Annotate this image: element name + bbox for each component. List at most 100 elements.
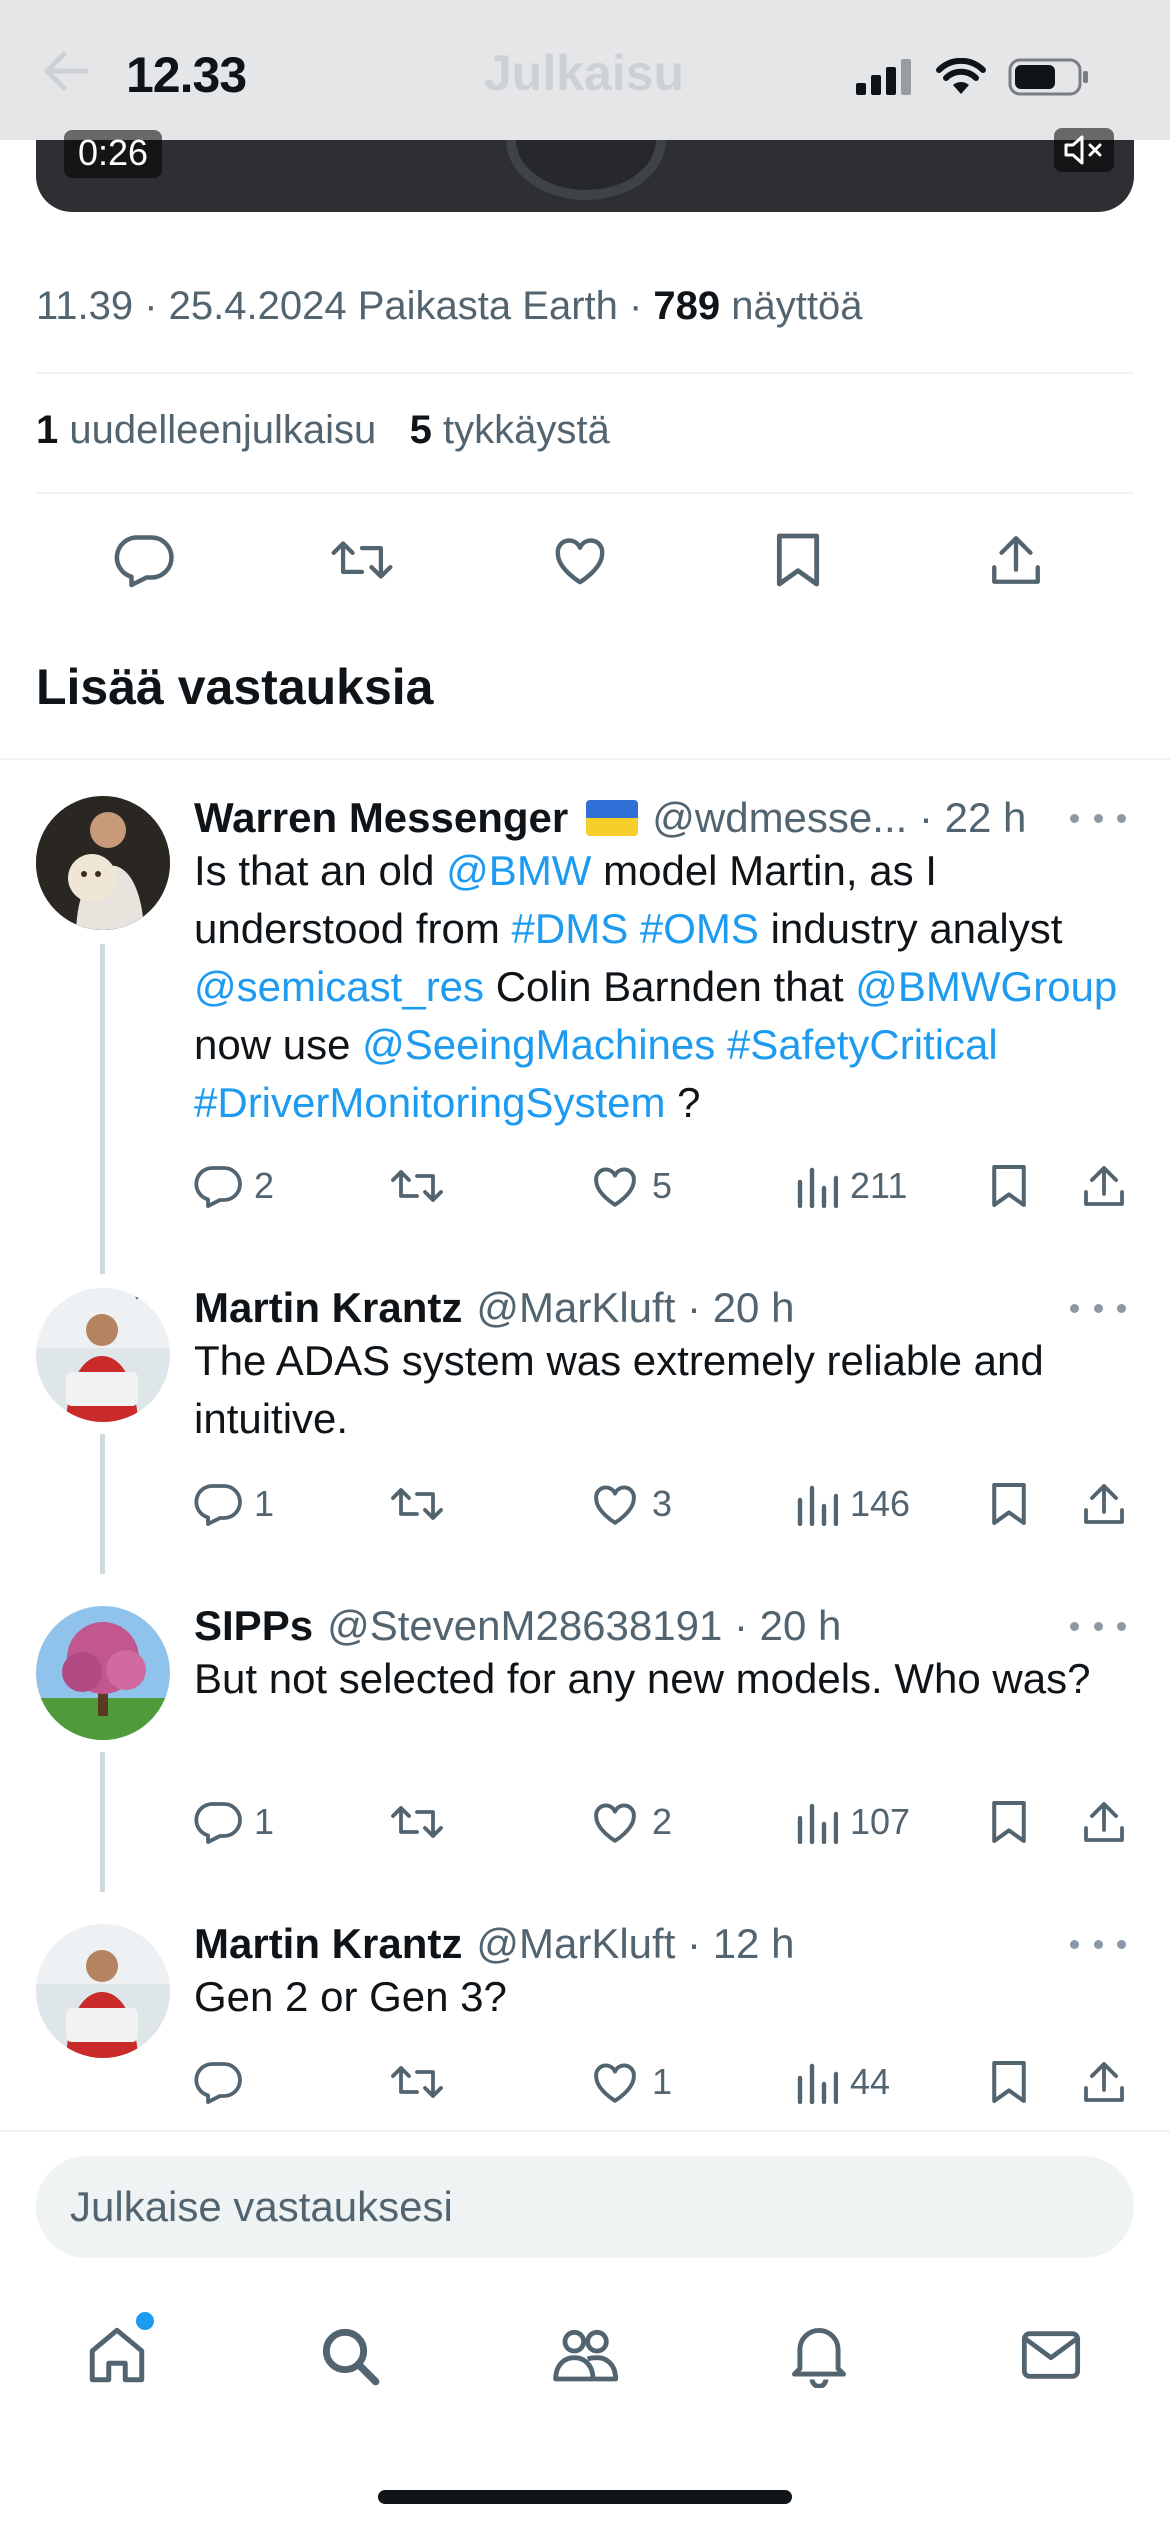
bookmark-button[interactable] <box>990 1156 1028 1216</box>
views-button[interactable]: 44 <box>794 2052 890 2112</box>
reply-author[interactable]: SIPPs <box>194 1602 313 1650</box>
more-icon[interactable] <box>1070 806 1126 830</box>
share-icon <box>1084 1802 1124 1842</box>
reply-icon <box>194 1166 242 1208</box>
tab-search[interactable] <box>304 2310 394 2400</box>
avatar[interactable] <box>36 1606 170 1740</box>
avatar[interactable] <box>36 1924 170 2058</box>
bookmark-button[interactable] <box>990 2052 1028 2112</box>
like-button[interactable]: 3 <box>590 1474 672 1534</box>
like-icon <box>594 2063 636 2103</box>
back-arrow-icon[interactable] <box>40 48 90 94</box>
reply-actions: 1 2 107 <box>194 1792 1134 1852</box>
like-icon <box>555 538 605 585</box>
mention-link[interactable]: @BMWGroup <box>855 963 1117 1010</box>
tab-communities[interactable] <box>540 2310 630 2400</box>
views-button[interactable]: 107 <box>794 1792 910 1852</box>
reply-actions: 1 3 146 <box>194 1474 1134 1534</box>
like-icon <box>594 1167 636 1207</box>
signal-icon <box>856 59 911 95</box>
like-count: 2 <box>652 1801 673 1842</box>
tab-messages[interactable] <box>1006 2310 1096 2400</box>
like-button[interactable]: 5 <box>590 1156 672 1216</box>
reply-author[interactable]: Warren Messenger <box>194 794 568 842</box>
video-time: 0:26 <box>64 130 163 178</box>
reply-author[interactable]: Martin Krantz <box>194 1284 462 1332</box>
likes-count: 5 <box>409 408 432 452</box>
share-icon <box>1084 1484 1124 1524</box>
share-button[interactable] <box>1082 1792 1126 1852</box>
repost-button[interactable] <box>390 2052 456 2112</box>
hashtag-link[interactable]: #DMS <box>512 905 629 952</box>
wifi-icon <box>936 58 986 94</box>
home-indicator[interactable] <box>378 2490 792 2504</box>
more-icon[interactable] <box>1070 1614 1126 1638</box>
reply-icon <box>114 535 174 588</box>
avatar[interactable] <box>36 1288 170 1422</box>
repost-icon <box>391 1170 443 1202</box>
like-icon <box>594 1803 636 1843</box>
status-bar: Julkaisu 12.33 <box>0 0 1170 140</box>
post-stats[interactable]: 1 uudelleenjulkaisu 5 tykkäystä <box>36 408 610 453</box>
mention-link[interactable]: @semicast_res <box>194 963 484 1010</box>
more-icon[interactable] <box>1070 1932 1126 1956</box>
reply-button[interactable]: 1 <box>194 1792 274 1852</box>
bookmark-button[interactable] <box>990 1792 1028 1852</box>
repost-button[interactable] <box>390 1156 456 1216</box>
repost-button[interactable] <box>390 1792 456 1852</box>
more-icon[interactable] <box>1070 1296 1126 1320</box>
reply-handle[interactable]: @MarKluft · 20 h <box>476 1284 794 1332</box>
bookmark-button[interactable] <box>990 1474 1028 1534</box>
messages-icon <box>1021 2331 1081 2379</box>
share-button[interactable] <box>1082 1156 1126 1216</box>
reply-text: Is that an old @BMW model Martin, as I u… <box>194 847 1118 1126</box>
video-player[interactable] <box>36 140 1134 212</box>
like-button[interactable] <box>540 520 620 600</box>
reply-button[interactable]: 1 <box>194 1474 274 1534</box>
reply-handle[interactable]: @StevenM28638191 · 20 h <box>327 1602 841 1650</box>
reply-count: 2 <box>254 1165 275 1206</box>
reply-icon <box>194 1802 242 1844</box>
reply-handle[interactable]: @MarKluft · 12 h <box>476 1920 794 1968</box>
bookmark-button[interactable] <box>758 520 838 600</box>
divider <box>0 2130 1170 2132</box>
hashtag-link[interactable]: #SafetyCritical <box>727 1021 998 1068</box>
battery-icon <box>1008 58 1088 96</box>
reply-button[interactable]: 2 <box>194 1156 274 1216</box>
reply-compose-box[interactable] <box>36 2156 1134 2258</box>
bookmark-icon <box>992 1482 1026 1526</box>
new-content-indicator <box>136 2312 154 2330</box>
mute-button[interactable] <box>1054 128 1114 172</box>
reply-actions: 2 5 211 <box>194 1156 1134 1216</box>
share-button[interactable] <box>1082 2052 1126 2112</box>
mention-link[interactable]: @BMW <box>446 847 591 894</box>
bookmark-icon <box>992 2060 1026 2104</box>
mention-link[interactable]: @SeeingMachines <box>362 1021 715 1068</box>
repost-button[interactable] <box>390 1474 456 1534</box>
tab-notifications[interactable] <box>774 2310 864 2400</box>
likes-label: tykkäystä <box>431 408 610 452</box>
views-button[interactable]: 211 <box>794 1156 907 1216</box>
like-count: 5 <box>652 1165 673 1206</box>
views-icon <box>797 1167 838 1208</box>
share-button[interactable] <box>976 520 1056 600</box>
hashtag-link[interactable]: #DriverMonitoringSystem <box>194 1079 665 1126</box>
reply-author[interactable]: Martin Krantz <box>194 1920 462 1968</box>
reply-text: But not selected for any new models. Who… <box>194 1655 1091 1702</box>
views-button[interactable]: 146 <box>794 1474 910 1534</box>
section-title: Lisää vastauksia <box>36 659 434 715</box>
divider <box>36 492 1134 494</box>
reply-input[interactable] <box>70 2156 1100 2258</box>
bookmark-icon <box>776 533 820 587</box>
status-icons <box>856 52 1090 102</box>
like-button[interactable]: 1 <box>590 2052 672 2112</box>
repost-button[interactable] <box>322 520 402 600</box>
avatar[interactable] <box>36 796 170 930</box>
reply-button[interactable] <box>194 2052 254 2112</box>
hashtag-link[interactable]: #OMS <box>640 905 759 952</box>
like-button[interactable]: 2 <box>590 1792 672 1852</box>
reply-handle[interactable]: @wdmesse... · 22 h <box>652 794 1026 842</box>
communities-icon <box>553 2329 619 2382</box>
reply-button[interactable] <box>104 520 184 600</box>
share-button[interactable] <box>1082 1474 1126 1534</box>
